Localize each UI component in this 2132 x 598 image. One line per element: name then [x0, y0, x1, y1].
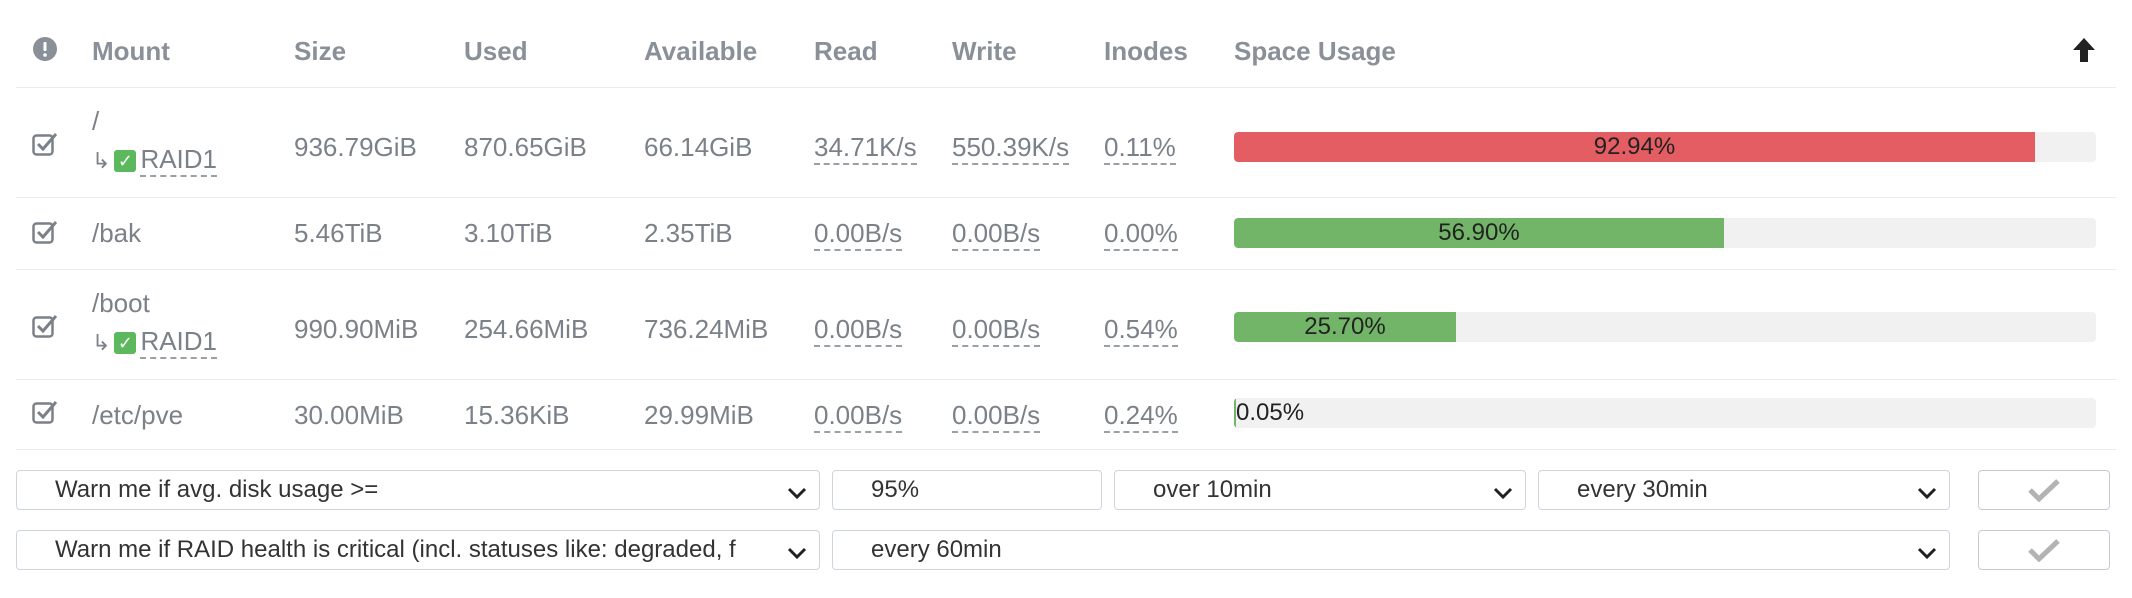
disk-usage-period-value: over 10min [1153, 476, 1272, 503]
chevron-down-icon [1915, 479, 1939, 503]
checked-box-icon[interactable] [32, 314, 58, 338]
mount-path: /bak [92, 218, 142, 248]
disk-usage-frequency-value: every 30min [1577, 476, 1708, 503]
usage-bar: 0.05% [1234, 398, 2096, 428]
size-value: 990.90MiB [294, 314, 419, 344]
checked-box-icon[interactable] [32, 132, 58, 156]
disk-usage-period-select[interactable]: over 10min [1114, 470, 1526, 510]
write-rate[interactable]: 0.00B/s [952, 314, 1041, 347]
usage-label: 92.94% [1593, 133, 1676, 160]
available-value: 66.14GiB [644, 132, 753, 162]
header-write[interactable]: Write [952, 36, 1017, 67]
available-value: 29.99MiB [644, 400, 754, 430]
turn-right-arrow-icon: ↳ [92, 329, 111, 355]
size-value: 5.46TiB [294, 218, 383, 248]
raid-frequency-value: every 60min [871, 536, 1002, 563]
checkmark-icon [2028, 479, 2060, 502]
table-row[interactable]: /boot ↳ ✓ RAID1 990.90MiB 254.66MiB 736.… [16, 270, 2116, 380]
header-space-usage[interactable]: Space Usage [1234, 36, 1396, 67]
usage-bar: 25.70% [1234, 312, 2096, 342]
disk-usage-threshold-input[interactable]: 95% [832, 470, 1102, 510]
read-rate[interactable]: 34.71K/s [814, 132, 917, 165]
checked-box-icon[interactable] [32, 220, 58, 244]
usage-label: 0.05% [1236, 399, 1305, 426]
disk-usage-condition-value: Warn me if avg. disk usage >= [55, 476, 379, 503]
disk-usage-alert-confirm-button[interactable] [1978, 470, 2110, 510]
raid-alert-confirm-button[interactable] [1978, 530, 2110, 570]
raid-frequency-select[interactable]: every 60min [832, 530, 1950, 570]
raid-indicator: ↳ ✓ RAID1 [92, 326, 218, 359]
write-rate[interactable]: 0.00B/s [952, 218, 1041, 251]
table-row[interactable]: /bak 5.46TiB 3.10TiB 2.35TiB 0.00B/s 0.0… [16, 198, 2116, 270]
chevron-down-icon [1915, 539, 1939, 563]
header-inodes[interactable]: Inodes [1104, 36, 1188, 67]
raid-label[interactable]: RAID1 [140, 326, 218, 359]
chevron-down-icon [785, 539, 809, 563]
header-mount[interactable]: Mount [92, 36, 170, 67]
size-value: 936.79GiB [294, 132, 417, 162]
read-rate[interactable]: 0.00B/s [814, 314, 903, 347]
inodes-value[interactable]: 0.11% [1104, 132, 1176, 165]
write-rate[interactable]: 550.39K/s [952, 132, 1070, 165]
usage-label: 56.90% [1438, 219, 1520, 246]
used-value: 254.66MiB [464, 314, 589, 344]
read-rate[interactable]: 0.00B/s [814, 218, 903, 251]
header-size[interactable]: Size [294, 36, 346, 67]
usage-bar: 56.90% [1234, 218, 2096, 248]
raid-label[interactable]: RAID1 [140, 144, 218, 177]
disk-usage-threshold-value: 95% [871, 476, 920, 503]
inodes-value[interactable]: 0.24% [1104, 400, 1178, 433]
used-value: 870.65GiB [464, 132, 587, 162]
chevron-down-icon [785, 479, 809, 503]
used-value: 15.36KiB [464, 400, 570, 430]
turn-right-arrow-icon: ↳ [92, 147, 111, 173]
mount-path: /etc/pve [92, 400, 184, 430]
disk-usage-condition-select[interactable]: Warn me if avg. disk usage >= [16, 470, 820, 510]
table-header: Mount Size Used Available Read Write Ino… [16, 0, 2116, 88]
usage-bar: 92.94% [1234, 132, 2096, 162]
disk-usage-frequency-select[interactable]: every 30min [1538, 470, 1950, 510]
inodes-value[interactable]: 0.00% [1104, 218, 1178, 251]
table-row[interactable]: / ↳ ✓ RAID1 936.79GiB 870.65GiB 66.14GiB… [16, 88, 2116, 198]
header-available[interactable]: Available [644, 36, 757, 67]
mount-path: /boot [92, 288, 150, 318]
table-row[interactable]: /etc/pve 30.00MiB 15.36KiB 29.99MiB 0.00… [16, 380, 2116, 450]
checked-box-icon[interactable] [32, 400, 58, 424]
available-value: 2.35TiB [644, 218, 733, 248]
mount-path: / [92, 106, 100, 136]
used-value: 3.10TiB [464, 218, 553, 248]
read-rate[interactable]: 0.00B/s [814, 400, 903, 433]
raid-condition-select[interactable]: Warn me if RAID health is critical (incl… [16, 530, 820, 570]
available-value: 736.24MiB [644, 314, 769, 344]
raid-condition-value: Warn me if RAID health is critical (incl… [55, 536, 736, 563]
size-value: 30.00MiB [294, 400, 404, 430]
raid-indicator: ↳ ✓ RAID1 [92, 144, 218, 177]
checkmark-icon [2028, 539, 2060, 562]
alert-icon[interactable] [32, 36, 58, 67]
chevron-down-icon [1491, 479, 1515, 503]
usage-label: 25.70% [1304, 313, 1386, 340]
sort-arrow-icon[interactable] [2070, 36, 2098, 69]
header-used[interactable]: Used [464, 36, 528, 67]
header-read[interactable]: Read [814, 36, 878, 67]
check-square-icon: ✓ [114, 149, 137, 172]
write-rate[interactable]: 0.00B/s [952, 400, 1041, 433]
check-square-icon: ✓ [114, 331, 137, 354]
inodes-value[interactable]: 0.54% [1104, 314, 1178, 347]
